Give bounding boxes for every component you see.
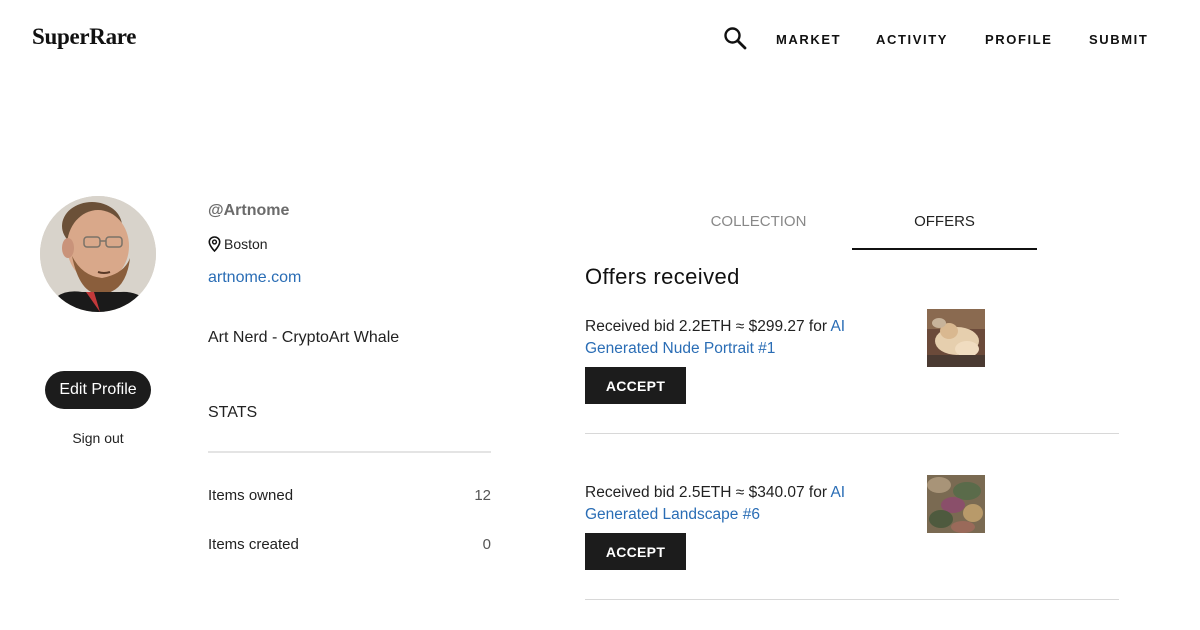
offers-title: Offers received	[585, 264, 740, 289]
artwork-thumbnail[interactable]	[927, 309, 985, 367]
profile-location: Boston	[224, 236, 268, 252]
profile-website-link[interactable]: artnome.com	[208, 269, 301, 287]
accept-offer-button[interactable]: ACCEPT	[585, 533, 686, 570]
edit-profile-button[interactable]: Edit Profile	[45, 371, 151, 409]
stats-divider	[208, 451, 491, 453]
offer-divider	[585, 599, 1119, 600]
offer-bid-text: Received bid 2.2ETH ≈ $299.27 for	[585, 318, 831, 335]
stat-items-created-label: Items created	[208, 536, 299, 553]
stat-items-owned-value: 12	[474, 487, 491, 504]
nav-profile[interactable]: PROFILE	[985, 32, 1053, 47]
offer-divider	[585, 433, 1119, 434]
offer-description: Received bid 2.5ETH ≈ $340.07 for AI Gen…	[585, 482, 885, 526]
accept-offer-button[interactable]: ACCEPT	[585, 367, 686, 404]
stats-heading: STATS	[208, 404, 258, 421]
tab-offers[interactable]: OFFERS	[852, 213, 1037, 230]
nav-activity[interactable]: ACTIVITY	[876, 32, 948, 47]
sign-out-link[interactable]: Sign out	[45, 430, 151, 446]
avatar	[40, 196, 156, 312]
profile-page: SuperRare MARKET ACTIVITY PROFILE SUBMIT	[0, 0, 1200, 630]
offer-bid-text: Received bid 2.5ETH ≈ $340.07 for	[585, 484, 831, 501]
stat-items-owned-label: Items owned	[208, 487, 294, 504]
artwork-thumbnail[interactable]	[927, 475, 985, 533]
location-pin-icon	[208, 236, 221, 252]
location-row: Boston	[208, 236, 268, 252]
profile-bio: Art Nerd - CryptoArt Whale	[208, 329, 400, 346]
superrare-logo[interactable]: SuperRare	[32, 24, 137, 50]
tab-collection[interactable]: COLLECTION	[666, 213, 851, 230]
offer-description: Received bid 2.2ETH ≈ $299.27 for AI Gen…	[585, 316, 885, 360]
stat-items-created-value: 0	[482, 536, 491, 553]
profile-username: @Artnome	[208, 202, 290, 219]
active-tab-indicator	[852, 248, 1037, 250]
nav-market[interactable]: MARKET	[776, 32, 841, 47]
search-icon[interactable]	[723, 26, 747, 50]
nav-submit[interactable]: SUBMIT	[1089, 32, 1148, 47]
